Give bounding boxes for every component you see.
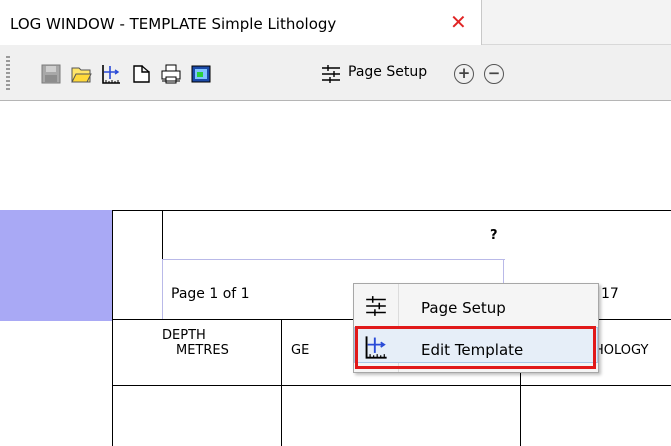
- depth-column-title: DEPTH: [162, 328, 206, 343]
- column-2-header: GE: [291, 343, 310, 358]
- column-header-bottom: [112, 385, 671, 386]
- save-icon[interactable]: [40, 63, 62, 85]
- page-setup-icon: [366, 296, 386, 316]
- tab-title: LOG WINDOW - TEMPLATE Simple Lithology: [10, 15, 337, 33]
- print-icon[interactable]: [160, 63, 182, 85]
- tab-bar: LOG WINDOW - TEMPLATE Simple Lithology ✕: [0, 0, 671, 45]
- depth-column-unit: METRES: [176, 343, 229, 358]
- log-header-divider: [162, 210, 163, 259]
- page-info-box-top: [162, 259, 505, 260]
- page-info-box-right: [503, 259, 504, 284]
- page-setup-button-label[interactable]: Page Setup: [348, 64, 427, 80]
- highlight-annotation: [355, 326, 596, 369]
- column-divider-1: [281, 319, 282, 446]
- edit-template-icon[interactable]: [100, 63, 122, 85]
- page-setup-icon[interactable]: [320, 63, 342, 85]
- page-icon[interactable]: [130, 63, 152, 85]
- tab-bar-empty: [482, 0, 671, 45]
- tab-log-window[interactable]: LOG WINDOW - TEMPLATE Simple Lithology ✕: [0, 0, 482, 45]
- column-3-header: HOLOGY: [594, 343, 649, 358]
- image-icon[interactable]: [190, 63, 212, 85]
- header-value: 17: [601, 286, 619, 302]
- selection-band: [0, 210, 112, 321]
- open-folder-icon[interactable]: [70, 63, 92, 85]
- log-left-border: [112, 210, 113, 446]
- log-top-border: [112, 210, 671, 211]
- page-info: Page 1 of 1: [171, 286, 250, 302]
- zoom-in-icon[interactable]: +: [454, 64, 474, 84]
- page-info-box-left: [162, 259, 163, 319]
- toolbar-grip[interactable]: [6, 56, 10, 92]
- column-divider-2: [520, 372, 521, 446]
- close-icon[interactable]: ✕: [450, 10, 467, 34]
- menu-item-label: Page Setup: [421, 299, 506, 317]
- header-placeholder: ?: [490, 228, 498, 243]
- zoom-out-icon[interactable]: −: [484, 64, 504, 84]
